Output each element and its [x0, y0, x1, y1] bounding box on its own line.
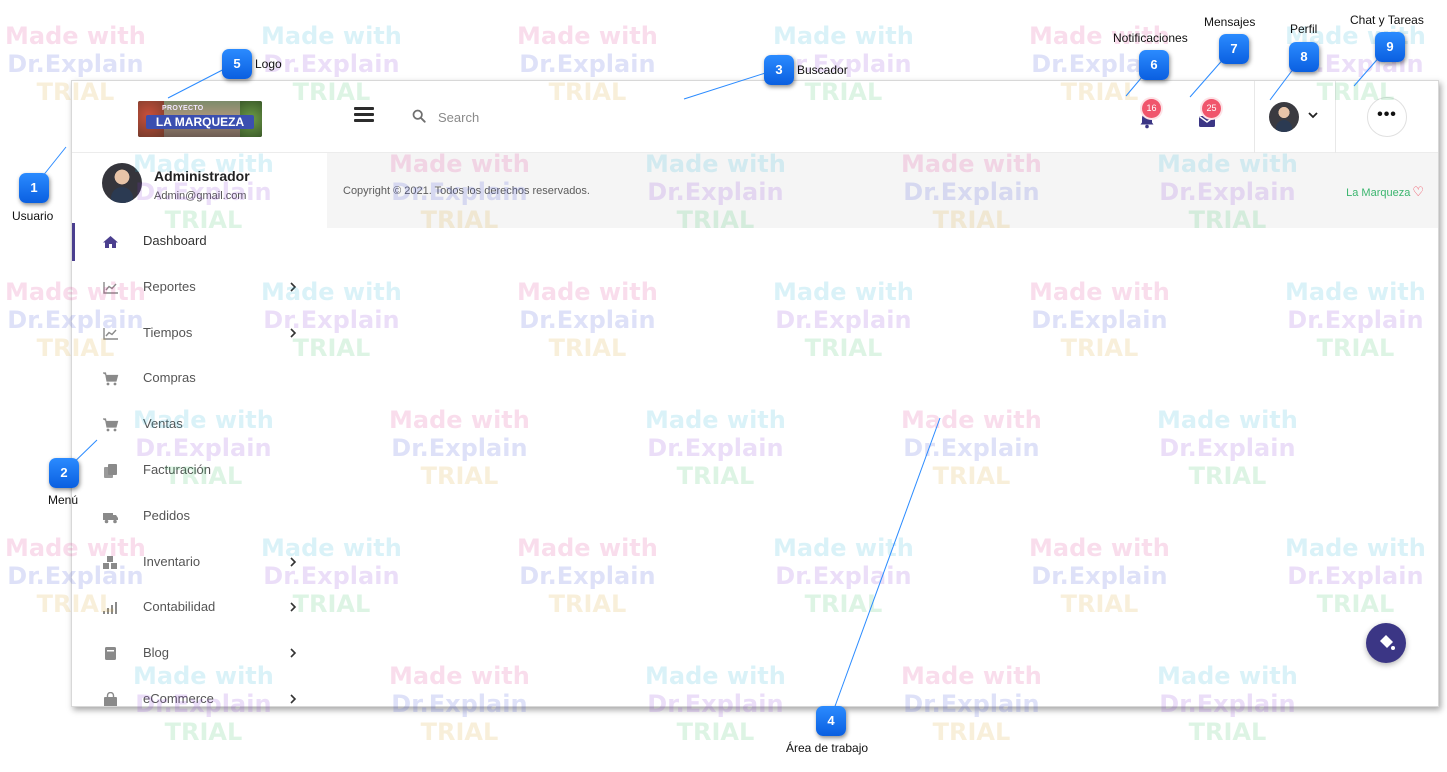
sidebar-item-inventario[interactable]: Inventario [72, 541, 327, 587]
brand-link-label: La Marqueza [1346, 187, 1411, 199]
user-avatar[interactable] [102, 163, 142, 203]
top-navbar: PROYECTO LA MARQUEZA 16 25 [72, 81, 1438, 153]
callout-badge-6: 6 [1139, 50, 1169, 80]
notifications-button[interactable]: 16 [1132, 99, 1162, 135]
sidebar-item-reportes[interactable]: Reportes [72, 266, 327, 312]
sidebar: Administrador Admin@gmail.com Dashboard R… [72, 153, 327, 706]
chevron-right-icon [290, 328, 297, 338]
sidebar-item-label: eCommerce [143, 690, 214, 706]
sidebar-item-contabilidad[interactable]: Contabilidad [72, 586, 327, 632]
boxes-icon [103, 555, 117, 569]
chevron-down-icon [1308, 112, 1318, 119]
book-icon [105, 647, 116, 661]
chart-line-icon [103, 327, 118, 340]
app-window: PROYECTO LA MARQUEZA 16 25 [71, 80, 1439, 707]
sidebar-item-ecommerce[interactable]: eCommerce [72, 678, 327, 706]
messages-badge: 25 [1202, 99, 1221, 118]
callout-badge-7: 7 [1219, 34, 1249, 64]
callout-label-chat-y-tareas: Chat y Tareas [1350, 13, 1424, 27]
callout-label-logo: Logo [255, 57, 282, 71]
sidebar-item-label: Contabilidad [143, 599, 216, 615]
callout-badge-1: 1 [19, 173, 49, 203]
sidebar-item-label: Dashboard [143, 233, 207, 248]
callout-badge-5: 5 [222, 49, 252, 79]
sidebar-item-label: Reportes [143, 278, 196, 294]
sidebar-item-compras[interactable]: Compras [72, 357, 327, 403]
callout-label-menu: Menú [48, 493, 79, 507]
callout-badge-4: 4 [816, 706, 846, 736]
logo-text: LA MARQUEZA [146, 115, 254, 129]
sidebar-item-dashboard[interactable]: Dashboard [72, 220, 327, 266]
chevron-right-icon [290, 648, 297, 658]
signal-bars-icon [103, 602, 117, 615]
callout-badge-8: 8 [1289, 42, 1319, 72]
chevron-right-icon [290, 282, 297, 292]
copyright-text: Copyright © 2021. Todos los derechos res… [343, 185, 590, 197]
user-email: Admin@gmail.com [154, 190, 247, 202]
home-icon [103, 236, 118, 248]
search-input[interactable] [438, 105, 758, 129]
callout-label-area-de-trabajo: Área de trabajo [786, 741, 869, 755]
sidebar-item-label: Tiempos [143, 324, 193, 340]
sidebar-menu: Dashboard Reportes Tiempos Compras Ventas Fac… [72, 220, 327, 706]
sidebar-item-label: Ventas [143, 416, 183, 432]
divider [1335, 81, 1336, 153]
callout-label-mensajes: Mensajes [1204, 15, 1256, 29]
truck-icon [103, 512, 118, 524]
hamburger-menu-icon[interactable] [354, 107, 374, 123]
brand-link[interactable]: La Marqueza ♡ [1346, 184, 1424, 200]
chevron-right-icon [290, 557, 297, 567]
sidebar-item-label: Pedidos [143, 507, 190, 523]
sidebar-item-label: Compras [143, 370, 196, 386]
callout-badge-9: 9 [1375, 32, 1405, 62]
chart-line-icon [103, 281, 118, 294]
cart-icon [103, 372, 119, 386]
divider [1254, 81, 1255, 153]
logo[interactable]: PROYECTO LA MARQUEZA [138, 101, 262, 137]
heart-icon: ♡ [1412, 184, 1424, 199]
sidebar-item-blog[interactable]: Blog [72, 632, 327, 678]
callout-label-notificaciones: Notificaciones [1113, 31, 1188, 45]
more-dots-icon: ••• [1377, 106, 1397, 123]
callout-badge-3: 3 [764, 55, 794, 85]
footer-bar: Copyright © 2021. Todos los derechos res… [327, 153, 1438, 228]
chat-tasks-button[interactable]: ••• [1367, 97, 1407, 137]
avatar [1269, 102, 1299, 132]
chevron-right-icon [290, 602, 297, 612]
paint-bucket-icon [1380, 635, 1395, 650]
documents-icon [104, 463, 117, 478]
sidebar-item-tiempos[interactable]: Tiempos [72, 312, 327, 358]
callout-label-perfil: Perfil [1290, 22, 1318, 36]
notifications-badge: 16 [1142, 99, 1161, 118]
chevron-right-icon [290, 694, 297, 704]
logo-small-text: PROYECTO [162, 105, 204, 112]
sidebar-item-label: Facturación [143, 461, 211, 477]
cart-icon [103, 418, 119, 432]
messages-button[interactable]: 25 [1192, 99, 1222, 135]
sidebar-item-pedidos[interactable]: Pedidos [72, 495, 327, 541]
sidebar-item-ventas[interactable]: Ventas [72, 403, 327, 449]
callout-badge-2: 2 [49, 458, 79, 488]
search-bar [410, 105, 770, 129]
callout-label-buscador: Buscador [797, 63, 848, 77]
callout-label-usuario: Usuario [12, 209, 54, 223]
user-name: Administrador [154, 168, 250, 184]
shopping-bag-icon [104, 691, 117, 706]
sidebar-item-label: Inventario [143, 553, 201, 569]
profile-menu[interactable] [1269, 101, 1325, 133]
theme-settings-button[interactable] [1366, 623, 1406, 663]
sidebar-item-facturaci-n[interactable]: Facturación [72, 449, 327, 495]
search-icon [412, 109, 426, 123]
sidebar-item-label: Blog [143, 645, 170, 661]
